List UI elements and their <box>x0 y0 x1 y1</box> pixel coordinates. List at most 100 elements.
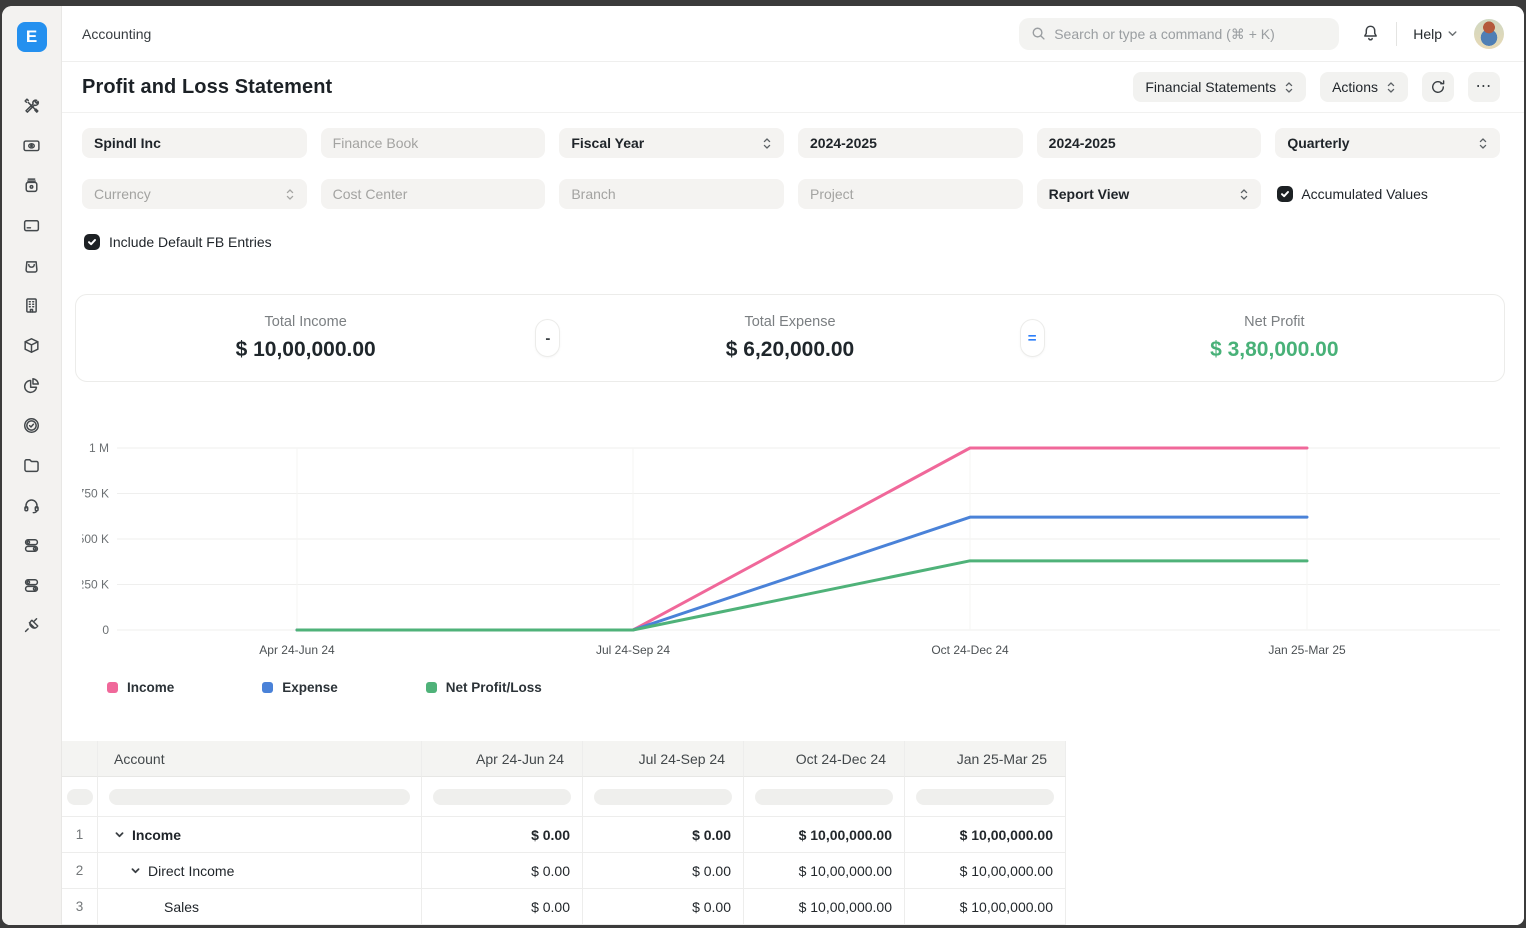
row-collapse-chevron-icon[interactable] <box>114 827 125 843</box>
amount-cell[interactable]: $ 0.00 <box>583 853 744 889</box>
checkbox-checked-icon[interactable] <box>84 234 100 250</box>
plug-icon[interactable] <box>21 614 43 636</box>
from-fiscal-year-filter[interactable]: 2024-2025 <box>798 128 1023 158</box>
rownum-filter-cell[interactable] <box>62 777 98 817</box>
amount-cell[interactable]: $ 10,00,000.00 <box>744 853 905 889</box>
y-tick-label: 1 M <box>89 441 109 455</box>
legend-item[interactable]: Income <box>107 680 174 695</box>
account-cell[interactable]: Direct Income <box>98 853 422 889</box>
from-fiscal-year-value: 2024-2025 <box>810 135 877 151</box>
financial-statements-label: Financial Statements <box>1145 79 1276 95</box>
updown-chevron-icon <box>1386 81 1396 94</box>
amount-cell[interactable]: $ 10,00,000.00 <box>905 817 1066 853</box>
account-name: Income <box>132 827 181 843</box>
period-basis-select[interactable]: Fiscal Year <box>559 128 784 158</box>
periodicity-select[interactable]: Quarterly <box>1275 128 1500 158</box>
account-column-header[interactable]: Account <box>98 741 422 777</box>
help-label: Help <box>1413 26 1442 42</box>
table-row[interactable]: 3Sales$ 0.00$ 0.00$ 10,00,000.00$ 10,00,… <box>62 889 1066 925</box>
account-cell[interactable]: Income <box>98 817 422 853</box>
search-input[interactable] <box>1054 26 1327 42</box>
table-row[interactable]: 1Income$ 0.00$ 0.00$ 10,00,000.00$ 10,00… <box>62 817 1066 853</box>
help-menu[interactable]: Help <box>1413 26 1458 42</box>
table-header-row: AccountApr 24-Jun 24Jul 24-Sep 24Oct 24-… <box>62 741 1066 777</box>
amount-cell[interactable]: $ 10,00,000.00 <box>744 817 905 853</box>
report-view-select[interactable]: Report View <box>1037 179 1262 209</box>
period-column-header[interactable]: Oct 24-Dec 24 <box>744 741 905 777</box>
money-icon[interactable] <box>21 134 43 156</box>
toggles-2-icon[interactable] <box>21 574 43 596</box>
amount-cell[interactable]: $ 10,00,000.00 <box>905 853 1066 889</box>
breadcrumb: Accounting <box>82 26 151 42</box>
sidebar: E <box>2 6 62 925</box>
headset-icon[interactable] <box>21 494 43 516</box>
x-tick-label: Jan 25-Mar 25 <box>1268 643 1346 657</box>
include-default-fb-toggle[interactable]: Include Default FB Entries <box>84 234 1500 250</box>
amount-cell[interactable]: $ 0.00 <box>583 889 744 925</box>
folder-icon[interactable] <box>21 454 43 476</box>
legend-item[interactable]: Expense <box>262 680 338 695</box>
to-fiscal-year-filter[interactable]: 2024-2025 <box>1037 128 1262 158</box>
period-column-header[interactable]: Jul 24-Sep 24 <box>583 741 744 777</box>
company-filter[interactable]: Spindl Inc <box>82 128 307 158</box>
total-income-summary: Total Income $ 10,00,000.00 <box>76 314 535 362</box>
package-icon[interactable] <box>21 334 43 356</box>
amount-cell[interactable]: $ 0.00 <box>422 853 583 889</box>
finance-book-filter[interactable]: Finance Book <box>321 128 546 158</box>
shopping-bag-icon[interactable] <box>21 254 43 276</box>
financial-statements-menu-button[interactable]: Financial Statements <box>1133 72 1306 102</box>
amount-cell[interactable]: $ 10,00,000.00 <box>744 889 905 925</box>
series-net-profit-loss[interactable] <box>297 561 1307 630</box>
x-tick-label: Jul 24-Sep 24 <box>596 643 670 657</box>
column-filter-cell[interactable] <box>905 777 1066 817</box>
toggles-icon[interactable] <box>21 534 43 556</box>
cost-center-filter[interactable]: Cost Center <box>321 179 546 209</box>
row-collapse-chevron-icon[interactable] <box>130 863 141 879</box>
satchel-icon[interactable] <box>21 174 43 196</box>
column-filter-cell[interactable] <box>583 777 744 817</box>
summary-card: Total Income $ 10,00,000.00 - Total Expe… <box>75 294 1505 382</box>
amount-cell[interactable]: $ 0.00 <box>422 889 583 925</box>
period-column-header[interactable]: Apr 24-Jun 24 <box>422 741 583 777</box>
amount-cell[interactable]: $ 0.00 <box>583 817 744 853</box>
pnl-line-chart[interactable]: 1 M750 K500 K250 K0Apr 24-Jun 24Jul 24-S… <box>82 421 1500 666</box>
total-expense-label: Total Expense <box>560 314 1019 330</box>
column-filter-cell[interactable] <box>98 777 422 817</box>
erpnext-logo[interactable]: E <box>17 22 47 52</box>
currency-select[interactable]: Currency <box>82 179 307 209</box>
branch-filter[interactable]: Branch <box>559 179 784 209</box>
card-icon[interactable] <box>21 214 43 236</box>
account-cell[interactable]: Sales <box>98 889 422 925</box>
period-column-header[interactable]: Jan 25-Mar 25 <box>905 741 1066 777</box>
pie-chart-icon[interactable] <box>21 374 43 396</box>
updown-chevron-icon <box>1239 188 1249 201</box>
updown-chevron-icon <box>1478 137 1488 150</box>
building-icon[interactable] <box>21 294 43 316</box>
cost-center-placeholder: Cost Center <box>333 186 408 202</box>
legend-item[interactable]: Net Profit/Loss <box>426 680 542 695</box>
chevron-down-icon <box>1447 28 1458 39</box>
amount-cell[interactable]: $ 10,00,000.00 <box>905 889 1066 925</box>
table-filter-row <box>62 777 1066 817</box>
avatar[interactable] <box>1474 19 1504 49</box>
actions-menu-button[interactable]: Actions <box>1320 72 1408 102</box>
refresh-button[interactable] <box>1422 72 1454 102</box>
net-profit-label: Net Profit <box>1045 314 1504 330</box>
column-filter-cell[interactable] <box>744 777 905 817</box>
more-options-button[interactable]: ⋯ <box>1468 72 1500 102</box>
shield-check-icon[interactable] <box>21 414 43 436</box>
tools-icon[interactable] <box>21 94 43 116</box>
checkbox-checked-icon[interactable] <box>1277 186 1293 202</box>
table-row[interactable]: 2Direct Income$ 0.00$ 0.00$ 10,00,000.00… <box>62 853 1066 889</box>
app-window: E Accounting <box>2 6 1524 925</box>
series-expense[interactable] <box>297 517 1307 630</box>
project-filter[interactable]: Project <box>798 179 1023 209</box>
topbar: Accounting Help <box>62 6 1524 62</box>
amount-cell[interactable]: $ 0.00 <box>422 817 583 853</box>
project-placeholder: Project <box>810 186 854 202</box>
accumulated-values-toggle[interactable]: Accumulated Values <box>1275 179 1500 209</box>
notifications-bell-icon[interactable] <box>1361 24 1380 43</box>
global-search[interactable] <box>1019 18 1339 50</box>
legend-swatch-icon <box>262 682 273 693</box>
column-filter-cell[interactable] <box>422 777 583 817</box>
